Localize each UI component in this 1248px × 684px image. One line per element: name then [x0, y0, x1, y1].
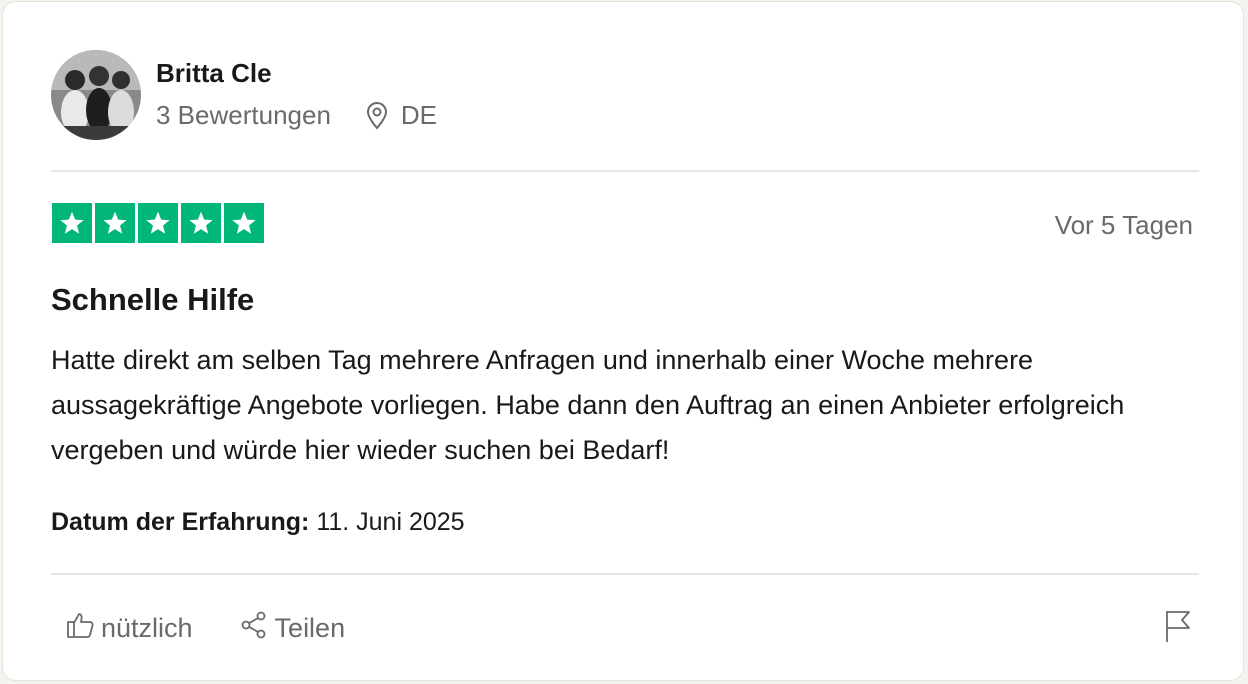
experience-date-label: Datum der Erfahrung:	[51, 508, 310, 536]
header-divider	[51, 170, 1199, 172]
star-rating	[52, 203, 264, 243]
star-icon	[181, 203, 221, 243]
review-text: Hatte direkt am selben Tag mehrere Anfra…	[51, 345, 1125, 465]
share-icon	[239, 610, 275, 647]
reviewer-meta: 3 Bewertungen DE	[156, 100, 437, 131]
experience-date-value: 11. Juni 2025	[316, 508, 465, 536]
flag-icon	[1163, 611, 1193, 648]
review-card: Britta Cle 3 Bewertungen DE Vor 5 Tagen …	[2, 1, 1244, 681]
experience-date: Datum der Erfahrung: 11. Juni 2025	[51, 508, 465, 537]
star-icon	[138, 203, 178, 243]
review-date: Vor 5 Tagen	[1054, 210, 1193, 240]
reviewer-location: DE	[400, 100, 438, 130]
review-title[interactable]: Schnelle Hilfe	[51, 282, 254, 318]
star-icon	[52, 203, 92, 243]
useful-button[interactable]: nützlich	[65, 610, 193, 647]
reviewer-name[interactable]: Britta Cle	[156, 58, 272, 89]
report-flag-button[interactable]	[1163, 608, 1193, 649]
thumbs-up-icon	[65, 610, 101, 647]
share-label: Teilen	[274, 613, 346, 643]
footer-divider	[51, 573, 1199, 575]
useful-label: nützlich	[101, 613, 193, 643]
review-count: 3 Bewertungen	[156, 100, 331, 130]
avatar[interactable]	[51, 50, 141, 140]
share-button[interactable]: Teilen	[239, 610, 346, 647]
location-pin-icon	[365, 101, 389, 130]
review-actions: nützlich Teilen	[65, 610, 345, 647]
star-icon	[95, 203, 135, 243]
star-icon	[224, 203, 264, 243]
